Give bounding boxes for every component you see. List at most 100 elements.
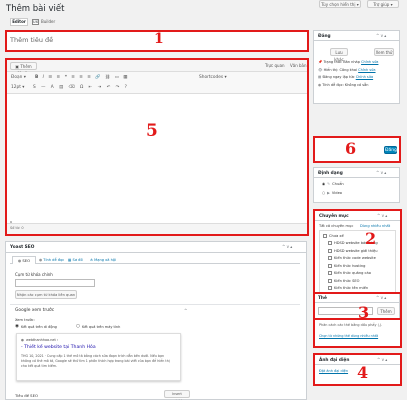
checkbox[interactable] xyxy=(328,286,332,291)
snippet-title: - Thiết kế website tại Thanh Hóa xyxy=(21,345,96,350)
strike-icon[interactable]: S xyxy=(33,85,38,90)
category-item[interactable]: Kiến thức quảng cáo xyxy=(323,270,378,278)
yoast-tab-readability[interactable]: ● Tính dễ đọc xyxy=(39,258,64,262)
google-preview-heading: Google xem trước xyxy=(15,308,55,313)
categories-title: Chuyên mục xyxy=(319,214,349,219)
checkbox[interactable] xyxy=(328,248,332,253)
word-count: Số từ: 0 xyxy=(10,226,24,230)
eye-icon: 👁 xyxy=(318,67,323,72)
add-media-button[interactable]: ▣ Thêm Media xyxy=(10,62,37,76)
table-icon[interactable]: ▦ xyxy=(123,75,129,80)
schedule-edit-link[interactable]: Chỉnh sửa xyxy=(356,75,373,79)
checkbox[interactable] xyxy=(328,263,332,268)
yoast-tab-seo[interactable]: ● SEO xyxy=(12,256,36,264)
tab-visual[interactable]: Trực quan xyxy=(265,63,285,68)
related-keyphrases-button[interactable]: Nhận các cụm từ khóa liên quan xyxy=(15,290,77,299)
visibility-row: 👁 Hiển thị: Công khai Chỉnh sửa xyxy=(318,67,376,72)
desktop-radio[interactable]: ○ Kết quả trên máy tính xyxy=(76,324,120,329)
snippet-preview[interactable]: ● webthanhhoa.net › - Thiết kế website tạ… xyxy=(16,333,181,381)
italic-icon[interactable]: I xyxy=(43,75,46,80)
status-edit-link[interactable]: Chỉnh sửa xyxy=(361,60,378,64)
format-standard-radio[interactable]: ◉ ✎ Chuẩn xyxy=(322,182,344,186)
yoast-tab-schema[interactable]: ▦ Sơ đồ xyxy=(68,258,83,262)
tab-all-categories[interactable]: Tất cả chuyên mục xyxy=(319,224,353,228)
publish-button[interactable]: Đăng xyxy=(384,146,397,154)
pin-icon: 📌 xyxy=(318,60,323,64)
undo-icon[interactable]: ↶ xyxy=(107,85,113,90)
bold-icon[interactable]: B xyxy=(35,75,40,80)
panel-arrows-icon[interactable]: ^ v ▴ xyxy=(376,170,386,175)
align-right-icon[interactable]: ≡ xyxy=(87,75,92,80)
format-panel: Định dạng ^ v ▴ ◉ ✎ Chuẩn ○ ▶ Video xyxy=(313,167,400,203)
formatting-toolbar[interactable]: B I ☰ ≡ ❝ ≡ ≡ ≡ 🔗 ⛓ ▭ ▦ xyxy=(35,75,129,80)
number-list-icon[interactable]: ≡ xyxy=(57,75,62,80)
indent-icon[interactable]: ⇥ xyxy=(98,85,104,90)
help-icon[interactable]: ? xyxy=(125,85,129,90)
tab-builder[interactable]: Builder xyxy=(41,18,63,26)
collapse-icon[interactable]: ^ xyxy=(184,308,187,313)
screen-options-button[interactable]: Tùy chọn hiển thị ▾ xyxy=(319,0,361,8)
unlink-icon[interactable]: ⛓ xyxy=(105,75,112,80)
visibility-edit-link[interactable]: Chỉnh sửa xyxy=(358,68,375,72)
tab-editor[interactable]: Editor xyxy=(10,18,28,26)
marker-2: 2 xyxy=(365,229,377,248)
panel-arrows-icon[interactable]: ^ v ▴ xyxy=(377,357,387,362)
help-button[interactable]: Trợ giúp ▾ xyxy=(367,0,399,8)
panel-arrows-icon[interactable]: ^ v ▴ xyxy=(282,244,292,249)
tab-popular-categories[interactable]: Dùng nhiều nhất xyxy=(360,224,390,228)
align-center-icon[interactable]: ≡ xyxy=(79,75,84,80)
title-placeholder: Thêm tiêu đề xyxy=(10,36,54,44)
panel-arrows-icon[interactable]: ^ v ▴ xyxy=(377,213,387,218)
hr-icon[interactable]: — xyxy=(41,85,47,90)
special-char-icon[interactable]: Ω xyxy=(80,85,85,90)
focus-keyword-label: Cụm từ khóa chính xyxy=(15,272,53,277)
focus-keyword-input[interactable] xyxy=(15,279,95,287)
checkbox[interactable] xyxy=(328,271,332,276)
more-icon[interactable]: ▭ xyxy=(115,75,121,80)
redo-icon[interactable]: ↷ xyxy=(116,85,122,90)
outdent-icon[interactable]: ⇤ xyxy=(89,85,95,90)
mobile-radio[interactable]: ◉ Kết quả trên di động xyxy=(15,324,57,329)
checkbox[interactable] xyxy=(328,241,332,246)
format-select[interactable]: Đoạn ▾ xyxy=(11,75,26,80)
categories-panel: Chuyên mục ^ v ▴ Tất cả chuyên mục Dùng … xyxy=(313,209,402,303)
marker-4: 4 xyxy=(357,363,369,382)
category-item[interactable]: HDSD website giới thiệu xyxy=(323,247,378,255)
link-icon[interactable]: 🔗 xyxy=(95,75,102,80)
checkbox[interactable] xyxy=(323,233,327,238)
text-color-icon[interactable]: A xyxy=(51,85,56,90)
category-item[interactable]: Kiến thức tên miền xyxy=(323,285,378,293)
video-icon: ▶ xyxy=(327,191,330,195)
preview-as-label: Xem trước: xyxy=(15,318,35,322)
radio-checked-icon: ◉ xyxy=(15,324,19,329)
preview-button[interactable]: Xem thử xyxy=(374,48,394,56)
calendar-icon: ▦ xyxy=(318,75,322,80)
category-item[interactable]: Kiến thức code website xyxy=(323,255,378,263)
snippet-url: webthanhhoa.net › xyxy=(25,338,59,342)
shortcodes-select[interactable]: Shortcodes ▾ xyxy=(199,75,227,80)
publish-actions: Đăng xyxy=(313,136,401,163)
tab-text[interactable]: Văn bản xyxy=(290,63,307,68)
yoast-tab-social[interactable]: ⋔ Mạng xã hội xyxy=(90,258,116,262)
insert-variable-button[interactable]: Insert variable xyxy=(164,390,190,400)
checkbox[interactable] xyxy=(328,278,332,283)
content-editor[interactable]: ▣ Thêm Media Trực quan Văn bản Đoạn ▾ B … xyxy=(5,58,309,236)
quote-icon[interactable]: ❝ xyxy=(65,75,69,80)
set-featured-image-link[interactable]: Đặt ảnh đại diện xyxy=(319,369,348,373)
clear-format-icon[interactable]: ⌫ xyxy=(69,85,77,90)
readability-dot-icon: ● xyxy=(318,82,322,87)
checkbox[interactable] xyxy=(328,256,332,261)
ux-badge: UX xyxy=(32,19,39,25)
align-left-icon[interactable]: ≡ xyxy=(71,75,76,80)
format-title: Định dạng xyxy=(318,171,343,176)
panel-arrows-icon[interactable]: ^ v ▴ xyxy=(376,33,386,38)
paste-text-icon[interactable]: ▤ xyxy=(59,85,65,90)
format-video-radio[interactable]: ○ ▶ Video xyxy=(322,191,342,195)
radio-icon: ○ xyxy=(76,324,80,329)
save-draft-button[interactable]: Lưu khác xyxy=(330,48,348,62)
second-toolbar[interactable]: S — A ▤ ⌫ Ω ⇤ ⇥ ↶ ↷ ? xyxy=(33,85,129,90)
bullet-list-icon[interactable]: ☰ xyxy=(48,75,53,80)
category-item[interactable]: Kiến thức hosting xyxy=(323,262,378,270)
font-size-select[interactable]: 12pt ▾ xyxy=(11,85,24,90)
category-item[interactable]: Kiến thức SEO xyxy=(323,277,378,285)
